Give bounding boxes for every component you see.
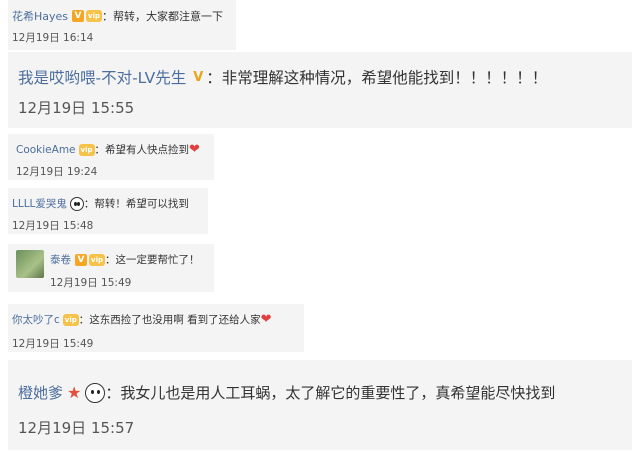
user-avatar[interactable] xyxy=(16,250,44,278)
username-link[interactable]: LLLL爱哭鬼 xyxy=(12,196,67,211)
panda-icon xyxy=(69,196,84,211)
panda-icon xyxy=(85,382,106,403)
verified-v-icon: V xyxy=(72,10,85,22)
comment-time: 12月19日 15:49 xyxy=(12,338,94,350)
comment-line: CookieAme vip ：希望有人快点捡到 ❤ xyxy=(16,142,214,157)
username-link[interactable]: 花希Hayes xyxy=(12,8,68,24)
verified-v-icon: V xyxy=(75,253,87,266)
username-link[interactable]: 你太吵了c xyxy=(12,312,60,327)
comment-time: 12月19日 15:57 xyxy=(18,419,135,437)
comment-time: 12月19日 15:48 xyxy=(12,220,94,232)
comment-line: 泰卷 V vip ：这一定要帮忙了！ xyxy=(50,252,200,267)
comment-card: 泰卷 V vip ：这一定要帮忙了！ 12月19日 15:49 xyxy=(8,244,214,292)
username-link[interactable]: CookieAme xyxy=(16,144,76,156)
comment-time: 12月19日 15:49 xyxy=(50,277,132,289)
comment-line: 橙她爹 ★ ：我女儿也是用人工耳蜗，太了解它的重要性了，真希望能尽快找到 xyxy=(18,382,632,403)
comment-text: ：帮转，大家都注意一下 xyxy=(102,10,224,23)
comment-time: 12月19日 15:55 xyxy=(18,99,135,117)
username-link[interactable]: 我是哎哟喂-不对-LV先生 xyxy=(18,66,186,88)
comment-text: ：非常理解这种情况，希望他能找到！！！！！！ xyxy=(206,69,548,87)
comment-line: LLLL爱哭鬼 ：帮转！希望可以找到 xyxy=(12,196,208,211)
vip-badge-icon: vip xyxy=(86,10,103,22)
username-link[interactable]: 泰卷 xyxy=(50,252,71,267)
comment-line: 你太吵了c vip ：这东西捡了也没用啊 看到了还给人家 ❤ xyxy=(12,312,304,327)
comment-card: 你太吵了c vip ：这东西捡了也没用啊 看到了还给人家 ❤ 12月19日 15… xyxy=(8,304,304,352)
comment-time: 12月19日 19:24 xyxy=(16,166,98,178)
comment-text: ：我女儿也是用人工耳蜗，太了解它的重要性了，真希望能尽快找到 xyxy=(105,384,556,402)
vip-badge-icon: vip xyxy=(78,143,95,156)
comment-card: CookieAme vip ：希望有人快点捡到 ❤ 12月19日 19:24 xyxy=(8,134,214,180)
star-icon: ★ xyxy=(67,383,82,402)
comment-card: 花希Hayes V vip ：帮转，大家都注意一下 12月19日 16:14 xyxy=(8,0,236,50)
comment-text: ：希望有人快点捡到 xyxy=(94,144,190,156)
comment-text: ：这一定要帮忙了！ xyxy=(105,254,200,266)
comment-line: 我是哎哟喂-不对-LV先生 V ：非常理解这种情况，希望他能找到！！！！！！ xyxy=(18,66,632,88)
comment-text: ：这东西捡了也没用啊 看到了还给人家 xyxy=(78,314,261,326)
vip-badge-icon: vip xyxy=(89,253,105,266)
comment-card: 橙她爹 ★ ：我女儿也是用人工耳蜗，太了解它的重要性了，真希望能尽快找到 12月… xyxy=(8,360,632,450)
comment-card: 我是哎哟喂-不对-LV先生 V ：非常理解这种情况，希望他能找到！！！！！！ 1… xyxy=(8,52,632,128)
heart-icon: ❤ xyxy=(189,142,200,157)
vip-badge-icon: vip xyxy=(62,313,79,326)
comment-card: LLLL爱哭鬼 ：帮转！希望可以找到 12月19日 15:48 xyxy=(8,188,208,234)
username-link[interactable]: 橙她爹 xyxy=(18,382,63,403)
comment-text: ：帮转！希望可以找到 xyxy=(83,198,189,210)
verified-v-icon: V xyxy=(193,69,204,85)
comment-time: 12月19日 16:14 xyxy=(12,32,94,44)
heart-icon: ❤ xyxy=(260,312,272,327)
comment-line: 花希Hayes V vip ：帮转，大家都注意一下 xyxy=(12,8,236,24)
